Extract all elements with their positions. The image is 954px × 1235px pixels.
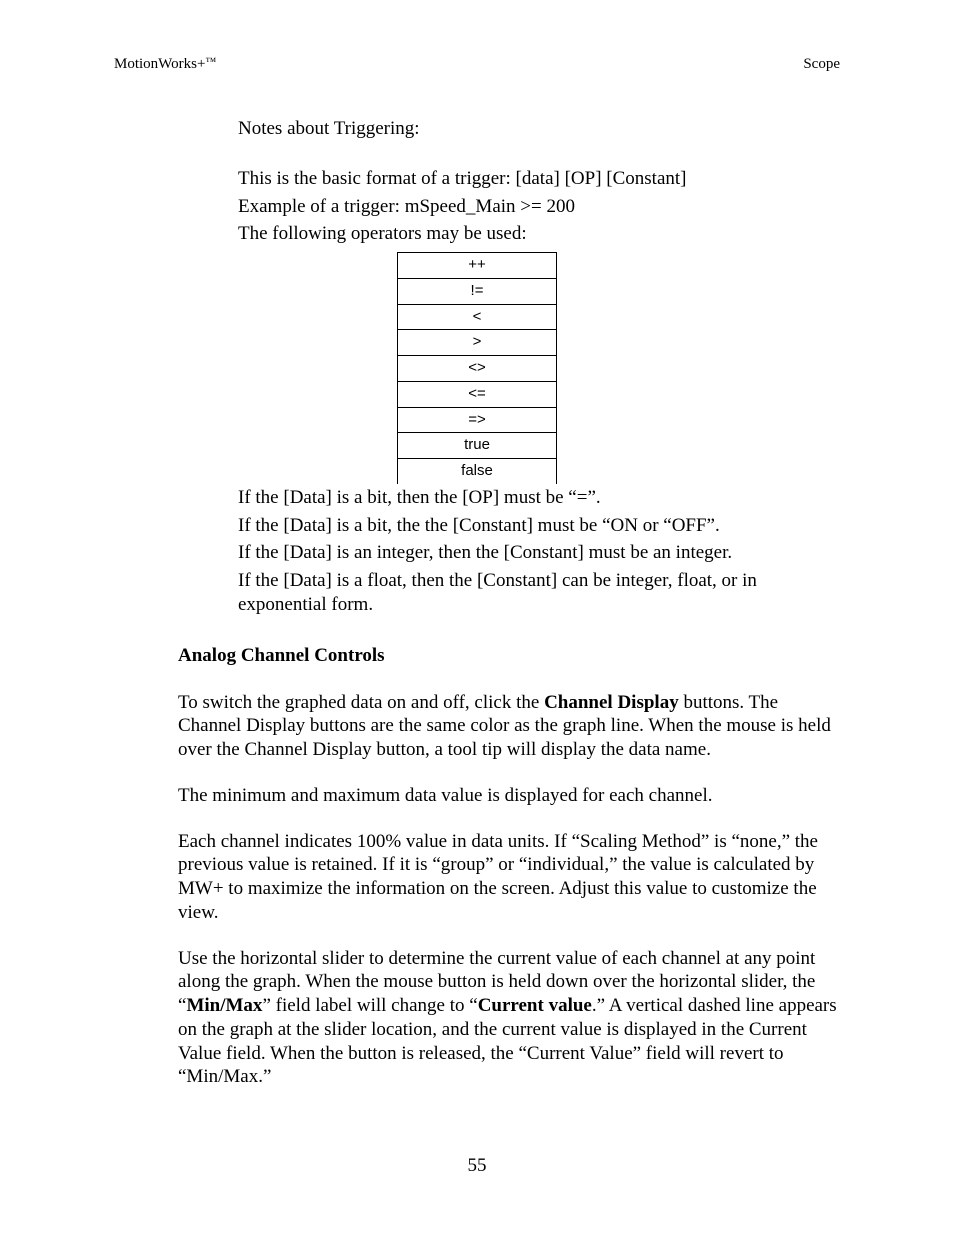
- operators-table: ++ != < > <> <= => true false: [397, 252, 557, 484]
- notes-example: Example of a trigger: mSpeed_Main >= 200: [238, 195, 840, 219]
- page: MotionWorks+™ Scope Notes about Triggeri…: [0, 0, 954, 1235]
- operator-cell: <>: [398, 356, 557, 382]
- operator-cell: !=: [398, 278, 557, 304]
- operator-cell: >: [398, 330, 557, 356]
- paragraph-scaling: Each channel indicates 100% value in dat…: [178, 830, 840, 925]
- operator-cell: =>: [398, 407, 557, 433]
- rule-float: If the [Data] is a float, then the [Cons…: [238, 569, 840, 617]
- rule-integer: If the [Data] is an integer, then the [C…: [238, 541, 840, 565]
- trademark-symbol: ™: [205, 56, 216, 68]
- bold-current-value: Current value: [478, 995, 592, 1016]
- notes-format: This is the basic format of a trigger: […: [238, 167, 840, 191]
- section-body: To switch the graphed data on and off, c…: [178, 691, 840, 1090]
- operators-table-wrap: ++ != < > <> <= => true false: [114, 250, 840, 486]
- paragraph-slider: Use the horizontal slider to determine t…: [178, 947, 840, 1090]
- rule-bit-constant: If the [Data] is a bit, the the [Constan…: [238, 514, 840, 538]
- notes-title: Notes about Triggering:: [238, 117, 840, 141]
- page-number: 55: [0, 1155, 954, 1177]
- section-heading: Analog Channel Controls: [178, 645, 840, 667]
- paragraph-min-max: The minimum and maximum data value is di…: [178, 784, 840, 808]
- operator-cell: <: [398, 304, 557, 330]
- operator-cell: true: [398, 433, 557, 459]
- page-header: MotionWorks+™ Scope: [114, 56, 840, 73]
- bold-channel-display: Channel Display: [544, 692, 679, 713]
- rule-bit-op: If the [Data] is a bit, then the [OP] mu…: [238, 486, 840, 510]
- operator-cell: false: [398, 459, 557, 484]
- header-left: MotionWorks+™: [114, 56, 216, 73]
- header-product: MotionWorks+: [114, 56, 205, 72]
- header-right: Scope: [803, 56, 840, 73]
- paragraph-channel-display: To switch the graphed data on and off, c…: [178, 691, 840, 762]
- notes-operators-intro: The following operators may be used:: [238, 222, 840, 246]
- bold-min-max: Min/Max: [186, 995, 262, 1016]
- operator-cell: <=: [398, 381, 557, 407]
- notes-block: Notes about Triggering: This is the basi…: [238, 117, 840, 617]
- operator-cell: ++: [398, 253, 557, 279]
